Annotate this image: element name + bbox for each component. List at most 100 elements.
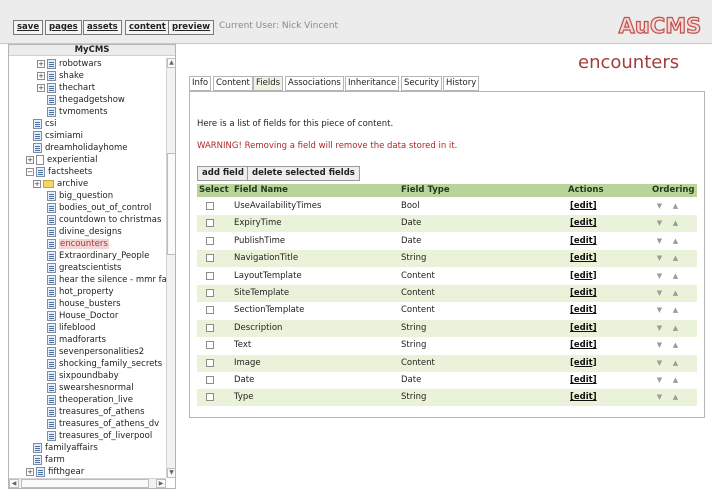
move-down-icon[interactable]: ▼: [655, 392, 664, 402]
move-down-icon[interactable]: ▼: [655, 305, 664, 315]
move-up-icon[interactable]: ▲: [671, 375, 680, 385]
move-down-icon[interactable]: ▼: [655, 236, 664, 246]
scroll-left-icon[interactable]: ◀: [9, 479, 19, 488]
tab-info[interactable]: Info: [189, 76, 212, 91]
expand-icon[interactable]: +: [37, 60, 45, 68]
tree-item[interactable]: lifeblood: [47, 322, 96, 334]
tree-item[interactable]: divine_designs: [47, 226, 122, 238]
expand-icon[interactable]: +: [26, 468, 34, 476]
collapse-icon[interactable]: −: [26, 168, 34, 176]
tree-item[interactable]: + fifthgear: [26, 466, 84, 478]
scroll-thumb[interactable]: [167, 153, 175, 255]
tree-item[interactable]: House_Doctor: [47, 310, 118, 322]
select-checkbox[interactable]: [206, 254, 214, 263]
tree-item[interactable]: hot_property: [47, 286, 114, 298]
tree-item[interactable]: Extraordinary_People: [47, 250, 149, 262]
tree-item[interactable]: thegadgetshow: [47, 94, 125, 106]
edit-link[interactable]: [edit]: [570, 337, 597, 354]
edit-link[interactable]: [edit]: [570, 250, 597, 267]
select-checkbox[interactable]: [206, 306, 214, 315]
move-up-icon[interactable]: ▲: [671, 358, 680, 368]
tree-item[interactable]: sevenpersonalities2: [47, 346, 144, 358]
scroll-up-icon[interactable]: ▲: [167, 58, 175, 68]
tree-item[interactable]: csi: [33, 118, 56, 130]
edit-link[interactable]: [edit]: [570, 320, 597, 337]
delete-selected-fields-button[interactable]: delete selected fields: [247, 166, 360, 181]
move-down-icon[interactable]: ▼: [655, 323, 664, 333]
move-down-icon[interactable]: ▼: [655, 253, 664, 263]
tree-item[interactable]: swearshesnormal: [47, 382, 134, 394]
scroll-down-icon[interactable]: ▼: [167, 468, 175, 478]
tree-item[interactable]: theoperation_live: [47, 394, 133, 406]
preview-button[interactable]: preview: [168, 20, 215, 35]
tree-item[interactable]: + experiential: [26, 154, 97, 166]
move-up-icon[interactable]: ▲: [671, 288, 680, 298]
assets-button[interactable]: assets: [83, 20, 122, 35]
move-up-icon[interactable]: ▲: [671, 201, 680, 211]
move-down-icon[interactable]: ▼: [655, 340, 664, 350]
move-up-icon[interactable]: ▲: [671, 323, 680, 333]
select-checkbox[interactable]: [206, 341, 214, 350]
tree-item[interactable]: csimiami: [33, 130, 83, 142]
tree-item[interactable]: + archive: [33, 178, 88, 190]
add-field-button[interactable]: add field: [197, 166, 249, 181]
select-checkbox[interactable]: [206, 202, 214, 210]
tree-item[interactable]: greatscientists: [47, 262, 121, 274]
move-down-icon[interactable]: ▼: [655, 358, 664, 368]
tab-associations[interactable]: Associations: [285, 76, 344, 91]
tree-item[interactable]: treasures_of_liverpool: [47, 430, 152, 442]
tree-item[interactable]: shocking_family_secrets: [47, 358, 162, 370]
tree-item[interactable]: hear the silence - mmr fa: [47, 274, 167, 286]
content-button[interactable]: content: [125, 20, 170, 35]
tree-item[interactable]: + robotwars: [37, 58, 102, 70]
edit-link[interactable]: [edit]: [570, 215, 597, 232]
select-checkbox[interactable]: [206, 271, 214, 280]
tree-item[interactable]: + thechart: [37, 82, 95, 94]
tab-inheritance[interactable]: Inheritance: [345, 76, 400, 91]
move-up-icon[interactable]: ▲: [671, 271, 680, 281]
select-checkbox[interactable]: [206, 376, 214, 384]
tab-content[interactable]: Content: [213, 76, 253, 91]
edit-link[interactable]: [edit]: [570, 285, 597, 302]
move-down-icon[interactable]: ▼: [655, 271, 664, 281]
move-up-icon[interactable]: ▲: [671, 218, 680, 228]
pages-button[interactable]: pages: [45, 20, 82, 35]
select-checkbox[interactable]: [206, 219, 214, 228]
tree-item[interactable]: house_busters: [47, 298, 121, 310]
edit-link[interactable]: [edit]: [570, 233, 597, 250]
scroll-thumb-horizontal[interactable]: [21, 479, 149, 488]
tree-item[interactable]: tvmoments: [47, 106, 108, 118]
tree-item[interactable]: treasures_of_athens_dv: [47, 418, 159, 430]
tree-item[interactable]: + shake: [37, 70, 84, 82]
save-button[interactable]: save: [13, 20, 44, 35]
tab-security[interactable]: Security: [401, 76, 442, 91]
edit-link[interactable]: [edit]: [570, 389, 597, 406]
tree-item[interactable]: bodies_out_of_control: [47, 202, 151, 214]
expand-icon[interactable]: +: [26, 156, 34, 164]
expand-icon[interactable]: +: [33, 180, 41, 188]
edit-link[interactable]: [edit]: [570, 268, 597, 285]
select-checkbox[interactable]: [206, 323, 214, 332]
select-checkbox[interactable]: [206, 358, 214, 367]
expand-icon[interactable]: +: [37, 84, 45, 92]
edit-link[interactable]: [edit]: [570, 198, 597, 215]
move-up-icon[interactable]: ▲: [671, 340, 680, 350]
horizontal-scrollbar[interactable]: ◀ ▶: [9, 478, 166, 488]
select-checkbox[interactable]: [206, 289, 214, 297]
tree-item[interactable]: − factsheets: [26, 166, 92, 178]
tree-item[interactable]: familyaffairs: [33, 442, 98, 454]
tab-history[interactable]: History: [443, 76, 480, 91]
move-down-icon[interactable]: ▼: [655, 218, 664, 228]
select-checkbox[interactable]: [206, 236, 214, 245]
edit-link[interactable]: [edit]: [570, 372, 597, 389]
tree-item[interactable]: big_question: [47, 190, 113, 202]
edit-link[interactable]: [edit]: [570, 302, 597, 319]
tree-item[interactable]: dreamholidayhome: [33, 142, 127, 154]
expand-icon[interactable]: +: [37, 72, 45, 80]
move-up-icon[interactable]: ▲: [671, 392, 680, 402]
tree-item[interactable]: treasures_of_athens: [47, 406, 145, 418]
tree-item[interactable]: farm: [33, 454, 65, 466]
edit-link[interactable]: [edit]: [570, 355, 597, 372]
move-up-icon[interactable]: ▲: [671, 236, 680, 246]
move-down-icon[interactable]: ▼: [655, 288, 664, 298]
